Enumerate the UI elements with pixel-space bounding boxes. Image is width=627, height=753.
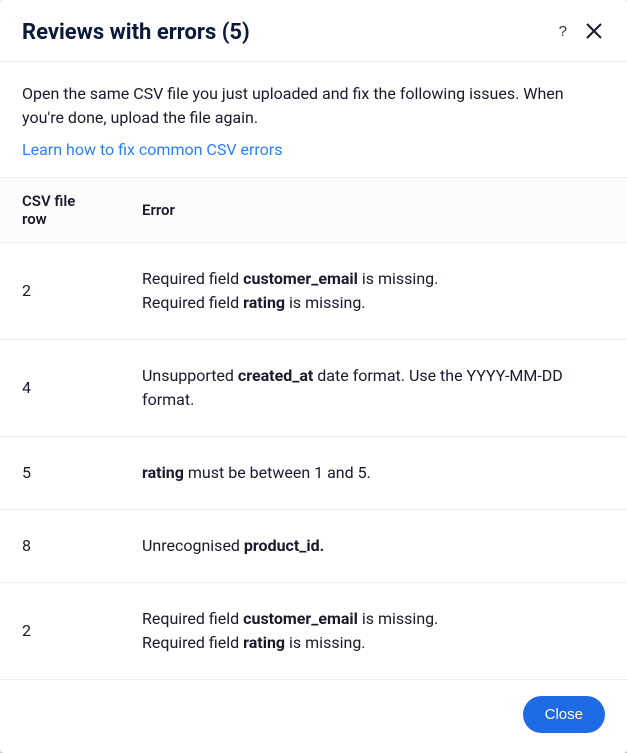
error-field-name: created_at bbox=[238, 366, 313, 385]
close-icon bbox=[585, 22, 603, 40]
row-number-cell: 4 bbox=[0, 340, 120, 437]
table-row: 5 rating must be between 1 and 5. bbox=[0, 437, 627, 510]
row-number-cell: 8 bbox=[0, 510, 120, 583]
row-number-cell: 2 bbox=[0, 583, 120, 680]
intro-section: Open the same CSV file you just uploaded… bbox=[0, 62, 627, 177]
error-field-name: product_id. bbox=[244, 536, 324, 555]
row-number-cell: 5 bbox=[0, 437, 120, 510]
learn-more-link[interactable]: Learn how to fix common CSV errors bbox=[22, 140, 282, 159]
close-footer-button[interactable]: Close bbox=[523, 696, 605, 733]
help-button[interactable]: ? bbox=[557, 21, 569, 42]
error-cell: Unsupported created_at date format. Use … bbox=[120, 340, 627, 437]
error-message: rating must be between 1 and 5. bbox=[142, 461, 605, 485]
table-row: 2 Required field customer_email is missin… bbox=[0, 243, 627, 340]
error-field-name: rating bbox=[243, 293, 285, 312]
error-field-name: customer_email bbox=[243, 609, 358, 628]
header-actions: ? bbox=[557, 20, 605, 42]
error-message: Required field rating is missing. bbox=[142, 631, 605, 655]
errors-table: CSV file row Error 2 Required field custo… bbox=[0, 177, 627, 680]
error-message: Unrecognised product_id. bbox=[142, 534, 605, 558]
error-message: Required field customer_email is missing… bbox=[142, 267, 605, 291]
intro-text: Open the same CSV file you just uploaded… bbox=[22, 82, 605, 130]
error-message: Unsupported created_at date format. Use … bbox=[142, 364, 605, 412]
error-cell: Required field customer_email is missing… bbox=[120, 243, 627, 340]
dialog-header: Reviews with errors (5) ? bbox=[0, 0, 627, 61]
close-button[interactable] bbox=[583, 20, 605, 42]
error-message: Required field rating is missing. bbox=[142, 291, 605, 315]
error-message: Required field customer_email is missing… bbox=[142, 607, 605, 631]
error-cell: Required field customer_email is missing… bbox=[120, 583, 627, 680]
table-header-row: CSV file row Error bbox=[0, 178, 627, 243]
col-header-error: Error bbox=[120, 178, 627, 243]
dialog-title: Reviews with errors (5) bbox=[22, 20, 250, 45]
error-cell: rating must be between 1 and 5. bbox=[120, 437, 627, 510]
table-row: 4 Unsupported created_at date format. Use… bbox=[0, 340, 627, 437]
error-field-name: customer_email bbox=[243, 269, 358, 288]
col-header-row: CSV file row bbox=[0, 178, 120, 243]
error-cell: Unrecognised product_id. bbox=[120, 510, 627, 583]
error-field-name: rating bbox=[243, 633, 285, 652]
table-row: 2 Required field customer_email is missin… bbox=[0, 583, 627, 680]
table-row: 8 Unrecognised product_id. bbox=[0, 510, 627, 583]
help-icon: ? bbox=[559, 23, 567, 40]
error-dialog: Reviews with errors (5) ? Open the same … bbox=[0, 0, 627, 753]
dialog-footer: Close bbox=[0, 680, 627, 753]
row-number-cell: 2 bbox=[0, 243, 120, 340]
error-field-name: rating bbox=[142, 463, 184, 482]
